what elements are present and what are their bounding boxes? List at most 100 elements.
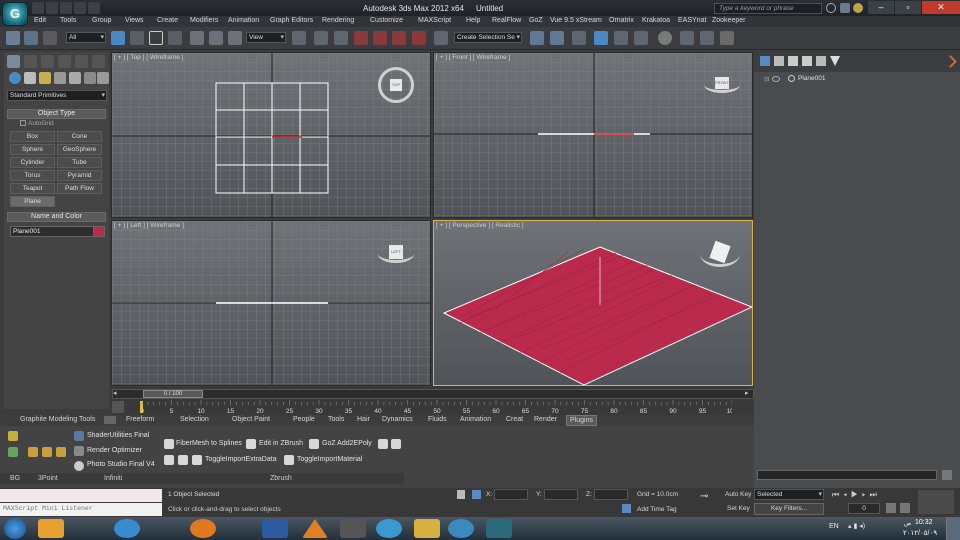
tab-tools[interactable]: Tools [328, 416, 344, 423]
fibermesh-to-splines-button[interactable]: FiberMesh to Splines [176, 440, 242, 447]
taskbar-app-icon[interactable] [376, 519, 402, 538]
viewport-front[interactable]: [ + ] [ Front ] [ Wireframe ] FRONT [433, 52, 753, 218]
mirror-icon[interactable] [530, 31, 544, 45]
render-production-icon[interactable] [720, 31, 734, 45]
taskbar-explorer-icon[interactable] [38, 519, 64, 538]
reference-coordinate-dropdown[interactable]: View [246, 32, 286, 43]
graphite-toggle-icon[interactable] [594, 31, 608, 45]
cone-button[interactable]: Cone [57, 131, 102, 142]
start-button[interactable] [4, 518, 26, 539]
plane-button[interactable]: Plane [10, 196, 55, 207]
playback-controls[interactable]: ⏮◂▶▸⏭ [832, 490, 881, 500]
tab-hair[interactable]: Hair [357, 416, 370, 423]
language-indicator[interactable]: EN [829, 523, 839, 530]
unlink-icon[interactable] [24, 31, 38, 45]
viewcube-front-icon[interactable]: FRONT [704, 77, 740, 93]
bind-space-warp-icon[interactable] [43, 31, 57, 45]
tab-creat[interactable]: Creat [506, 416, 523, 423]
snaps-toggle-icon[interactable] [354, 31, 368, 45]
set-key-button[interactable]: Set Key [727, 505, 750, 512]
new-file-icon[interactable] [32, 2, 44, 14]
spinner-snap-icon[interactable] [412, 31, 426, 45]
select-manipulate-icon[interactable] [314, 31, 328, 45]
3point-light-icon-2[interactable] [42, 447, 52, 457]
time-configuration-icon[interactable] [900, 503, 910, 513]
clock-time[interactable]: 10:32 [915, 519, 933, 526]
cylinder-button[interactable]: Cylinder [10, 157, 55, 168]
object-name-input[interactable]: Plane001 [10, 226, 96, 237]
path-flow-button[interactable]: Path Flow [57, 183, 102, 194]
menu-goz[interactable]: GoZ [529, 17, 543, 24]
taskbar-media-player-icon[interactable] [262, 519, 288, 538]
menu-rendering[interactable]: Rendering [322, 17, 354, 24]
ribbon-minimize-icon[interactable] [104, 416, 116, 424]
viewcube-perspective-icon[interactable] [700, 240, 740, 267]
move-icon[interactable] [190, 31, 204, 45]
menu-views[interactable]: Views [125, 17, 144, 24]
taskbar-movie-maker-icon[interactable] [340, 519, 366, 538]
tab-fluids[interactable]: Fluids [428, 416, 447, 423]
shader-utilities-button[interactable]: ShaderUtilities Final [87, 432, 149, 439]
object-color-swatch[interactable] [93, 226, 105, 237]
scene-explorer-clear-icon[interactable] [942, 470, 952, 480]
selection-lock-icon[interactable] [457, 490, 465, 499]
hierarchy-tab-icon[interactable] [41, 55, 54, 68]
3point-light-icon-3[interactable] [56, 447, 66, 457]
z-coordinate-field[interactable] [594, 489, 628, 500]
teapot-button[interactable]: Teapot [10, 183, 55, 194]
geometry-icon[interactable] [9, 72, 21, 84]
viewport-left-label[interactable]: [ + ] [ Left ] [ Wireframe ] [114, 222, 184, 229]
app-logo-icon[interactable]: G [2, 2, 28, 26]
track-bar[interactable]: 0 5 10 15 20 25 30 35 40 45 50 55 60 65 70 75 80 85 90 95 10… [142, 400, 732, 414]
pyramid-button[interactable]: Pyramid [57, 170, 102, 181]
maxscript-listener-top[interactable] [0, 489, 162, 502]
material-editor-icon[interactable] [658, 31, 672, 45]
torus-button[interactable]: Torus [10, 170, 55, 181]
menu-ornatrix[interactable]: Ornatrix [609, 17, 634, 24]
tab-dynamics[interactable]: Dynamics [382, 416, 413, 423]
keyboard-shortcut-icon[interactable] [334, 31, 348, 45]
info-center-icon[interactable] [840, 3, 850, 13]
close-explorer-icon[interactable] [944, 55, 957, 68]
menu-tools[interactable]: Tools [60, 17, 76, 24]
taskbar-3dsmax-icon[interactable] [486, 519, 512, 538]
edit-named-selection-icon[interactable] [434, 31, 448, 45]
favorites-icon[interactable] [853, 3, 863, 13]
time-slider[interactable]: ◂ 0 / 100 ▸ [112, 389, 754, 399]
tab-freeform[interactable]: Freeform [126, 416, 154, 423]
set-key-mode-icon[interactable]: ⊸ [700, 492, 718, 502]
toggle-import-extradata-button[interactable]: ToggleImportExtraData [205, 456, 277, 463]
display-geometry-icon[interactable] [760, 56, 770, 66]
create-tab-icon[interactable] [7, 55, 20, 68]
selection-filter-dropdown[interactable]: All [66, 32, 106, 43]
display-shapes-icon[interactable] [774, 56, 784, 66]
link-icon[interactable] [6, 31, 20, 45]
curve-editor-icon[interactable] [614, 31, 628, 45]
photo-studio-button[interactable]: Photo Studio Final V4 [87, 461, 155, 468]
rectangular-selection-icon[interactable] [149, 31, 163, 45]
edit-in-zbrush-button[interactable]: Edit in ZBrush [259, 440, 303, 447]
show-desktop-button[interactable] [946, 517, 960, 540]
name-and-color-rollout[interactable]: Name and Color [7, 212, 106, 222]
scene-item-plane001[interactable]: Plane001 [798, 75, 825, 82]
taskbar-vlc-icon[interactable] [302, 519, 328, 538]
minimize-button[interactable]: – [868, 1, 894, 14]
box-button[interactable]: Box [10, 131, 55, 142]
prev-frame-icon[interactable]: ◂ [113, 390, 121, 398]
angle-snap-icon[interactable] [373, 31, 387, 45]
tab-plugins[interactable]: Plugins [566, 415, 597, 426]
key-mode-dropdown[interactable]: Selected [754, 489, 824, 500]
tray-icons[interactable]: ▴ ▮ ◂) [848, 522, 894, 534]
lights-icon[interactable] [39, 72, 51, 84]
close-button[interactable]: ✕ [922, 1, 960, 14]
rendered-frame-window-icon[interactable] [700, 31, 714, 45]
render-optimizer-button[interactable]: Render Optimizer [87, 447, 142, 454]
open-file-icon[interactable] [46, 2, 58, 14]
zbrush-tool-icon-1[interactable] [378, 439, 388, 449]
menu-create[interactable]: Create [157, 17, 178, 24]
help-search-input[interactable]: Type a keyword or phrase [714, 3, 822, 14]
maxscript-mini-listener[interactable]: MAXScript Mini Listener [0, 503, 162, 516]
search-icon[interactable] [826, 3, 836, 13]
taskbar-folder-icon[interactable] [414, 519, 440, 538]
zbrush-tool-icon-4[interactable] [178, 455, 188, 465]
